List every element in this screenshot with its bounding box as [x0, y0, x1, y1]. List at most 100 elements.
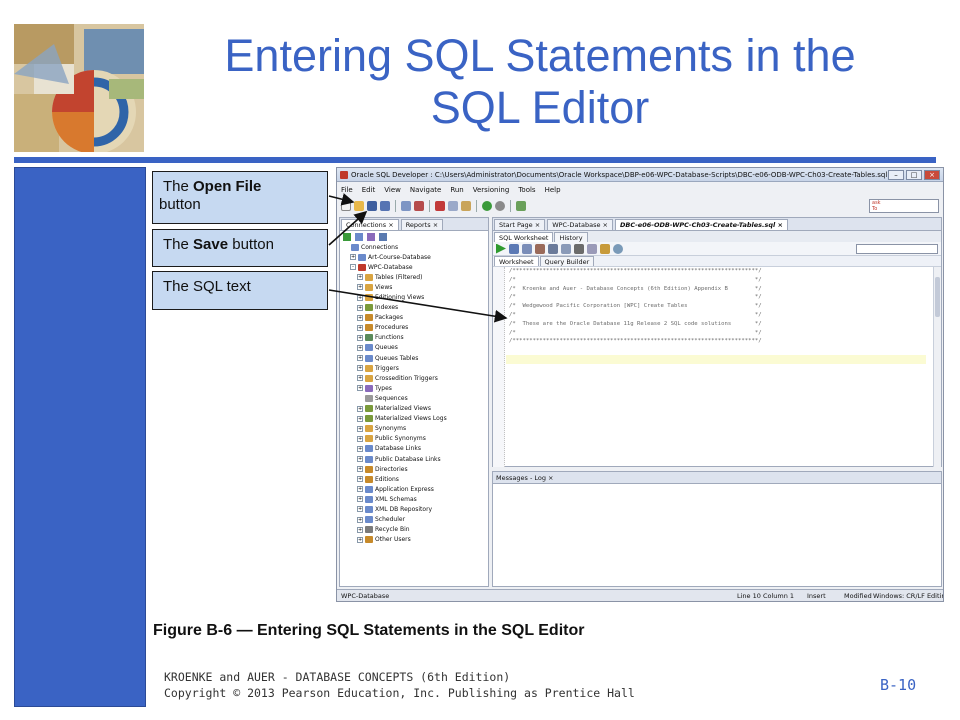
search-input[interactable]: ask To [869, 199, 939, 213]
tree-item[interactable]: Sequences [343, 393, 488, 403]
menu-navigate[interactable]: Navigate [410, 186, 441, 194]
autotrace-icon[interactable] [561, 243, 571, 254]
paste-icon[interactable] [461, 200, 471, 211]
tree-item[interactable]: + Indexes [343, 303, 488, 313]
migrate-icon[interactable] [516, 200, 526, 211]
connection-dropdown[interactable] [856, 244, 938, 254]
commit-icon[interactable] [522, 243, 532, 254]
tree-item[interactable]: + Materialized Views [343, 404, 488, 414]
expand-toggle-icon[interactable]: + [357, 344, 363, 351]
save-icon[interactable] [367, 200, 377, 211]
tree-item[interactable]: + Public Synonyms [343, 434, 488, 444]
tree-item[interactable]: + Triggers [343, 363, 488, 373]
tab-start-page[interactable]: Start Page × [494, 219, 546, 230]
tree-item[interactable]: + Synonyms [343, 424, 488, 434]
expand-toggle-icon[interactable]: + [357, 355, 363, 362]
clear-icon[interactable] [574, 243, 584, 254]
format-icon[interactable] [600, 243, 610, 254]
expand-toggle-icon[interactable]: + [357, 466, 363, 473]
tab-sql-file[interactable]: DBC-e06-ODB-WPC-Ch03-Create-Tables.sql × [614, 219, 788, 230]
tree-item[interactable]: + Database Links [343, 444, 488, 454]
tree-item[interactable]: + Procedures [343, 323, 488, 333]
expand-toggle-icon[interactable]: + [357, 274, 363, 281]
tree-item[interactable]: + Functions [343, 333, 488, 343]
tab-messages-log[interactable]: Messages - Log × [493, 472, 941, 484]
tab-worksheet[interactable]: Worksheet [494, 256, 539, 266]
tree-item[interactable]: + Materialized Views Logs [343, 414, 488, 424]
expand-toggle-icon[interactable]: + [357, 425, 363, 432]
tab-connections[interactable]: Connections × [341, 219, 399, 230]
menu-run[interactable]: Run [450, 186, 463, 194]
tree-item[interactable]: + Editions [343, 474, 488, 484]
run-statement-icon[interactable] [496, 243, 506, 254]
tree-item[interactable]: + Queues Tables [343, 353, 488, 363]
expand-toggle-icon[interactable]: + [357, 476, 363, 483]
expand-toggle-icon[interactable]: + [357, 405, 363, 412]
tree-item[interactable]: + Art-Course-Database [343, 252, 488, 262]
expand-toggle-icon[interactable] [343, 244, 349, 250]
tab-sql-worksheet[interactable]: SQL Worksheet [494, 232, 554, 242]
copy-icon[interactable] [448, 200, 458, 211]
expand-toggle-icon[interactable]: + [357, 375, 363, 382]
tree-item[interactable]: + Other Users [343, 535, 488, 545]
expand-toggle-icon[interactable]: + [357, 365, 363, 372]
new-file-icon[interactable] [341, 200, 351, 211]
maximize-button[interactable]: □ [906, 170, 922, 180]
sql-text-editor[interactable]: /***************************************… [493, 267, 941, 467]
explain-plan-icon[interactable] [548, 243, 558, 254]
open-file-icon[interactable] [354, 200, 364, 211]
tree-item[interactable]: + Tables (Filtered) [343, 272, 488, 282]
save-all-icon[interactable] [380, 200, 390, 211]
menu-help[interactable]: Help [545, 186, 561, 194]
expand-toggle-icon[interactable]: + [357, 314, 363, 321]
sql-history-icon[interactable] [587, 243, 597, 254]
close-button[interactable]: × [924, 170, 940, 180]
add-connection-icon[interactable] [343, 232, 351, 241]
tree-item[interactable]: + Editioning Views [343, 292, 488, 302]
tree-item[interactable]: + Application Express [343, 484, 488, 494]
tree-item[interactable]: + Views [343, 282, 488, 292]
tree-item[interactable]: + Queues [343, 343, 488, 353]
undo-icon[interactable] [401, 200, 411, 211]
expand-toggle-icon[interactable]: + [350, 254, 356, 261]
menu-tools[interactable]: Tools [518, 186, 535, 194]
editor-scrollbar[interactable] [933, 267, 941, 467]
expand-toggle-icon[interactable]: + [357, 536, 363, 543]
tree-item[interactable]: + Packages [343, 313, 488, 323]
run-icon[interactable] [482, 200, 492, 211]
rollback-icon[interactable] [535, 243, 545, 254]
tree-item[interactable]: + XML DB Repository [343, 504, 488, 514]
expand-toggle-icon[interactable]: + [357, 294, 363, 301]
tab-query-builder[interactable]: Query Builder [539, 256, 595, 266]
cut-icon[interactable] [435, 200, 445, 211]
expand-toggle-icon[interactable]: + [357, 486, 363, 493]
menu-edit[interactable]: Edit [362, 186, 376, 194]
expand-toggle-icon[interactable]: + [357, 304, 363, 311]
expand-toggle-icon[interactable]: + [357, 516, 363, 523]
minimize-button[interactable]: – [888, 170, 904, 180]
expand-toggle-icon[interactable] [357, 395, 363, 401]
tree-item[interactable]: + Crossedition Triggers [343, 373, 488, 383]
menu-file[interactable]: File [341, 186, 353, 194]
menu-versioning[interactable]: Versioning [473, 186, 510, 194]
tree-item[interactable]: + Public Database Links [343, 454, 488, 464]
tab-history[interactable]: History [554, 232, 588, 242]
tab-wpc-database[interactable]: WPC-Database × [547, 219, 613, 230]
tree-item[interactable]: + XML Schemas [343, 494, 488, 504]
redo-icon[interactable] [414, 200, 424, 211]
expand-toggle-icon[interactable]: + [357, 526, 363, 533]
refresh-icon[interactable] [355, 232, 363, 241]
expand-toggle-icon[interactable]: + [357, 435, 363, 442]
tab-reports[interactable]: Reports × [400, 219, 444, 230]
filter-icon[interactable] [367, 232, 375, 241]
expand-toggle-icon[interactable]: + [357, 385, 363, 392]
expand-toggle-icon[interactable]: - [350, 264, 356, 271]
expand-toggle-icon[interactable]: + [357, 324, 363, 331]
tree-item[interactable]: Connections [343, 242, 488, 252]
menu-view[interactable]: View [384, 186, 401, 194]
debug-icon[interactable] [495, 200, 505, 211]
sql-tuning-icon[interactable] [613, 243, 623, 254]
expand-toggle-icon[interactable]: + [357, 334, 363, 341]
tree-item[interactable]: + Scheduler [343, 515, 488, 525]
expand-toggle-icon[interactable]: + [357, 456, 363, 463]
